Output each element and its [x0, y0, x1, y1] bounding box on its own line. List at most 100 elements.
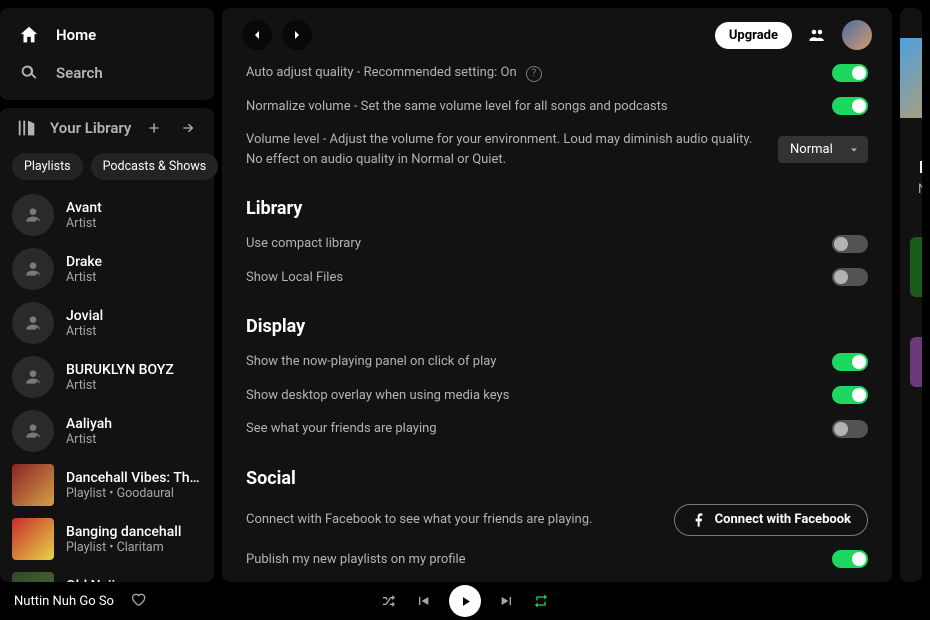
- setting-auto-adjust-label: Auto adjust quality - Recommended settin…: [246, 65, 517, 80]
- right-card-2[interactable]: [910, 337, 922, 387]
- play-button[interactable]: [449, 585, 481, 617]
- like-button[interactable]: [130, 591, 146, 611]
- nav-forward-button[interactable]: [282, 20, 312, 50]
- library-item-playlist[interactable]: Dancehall Vibes: Then a...Playlist • Goo…: [0, 458, 214, 512]
- library-toggle[interactable]: Your Library: [16, 117, 140, 139]
- library-icon: [16, 117, 38, 139]
- toggle-normalize[interactable]: [832, 97, 868, 115]
- library-item-artist[interactable]: AaliyahArtist: [0, 404, 214, 458]
- volume-level-select[interactable]: Normal: [778, 136, 868, 163]
- artist-avatar-icon: [12, 302, 54, 344]
- filter-playlists[interactable]: Playlists: [12, 153, 83, 180]
- library-item-playlist[interactable]: Banging dancehallPlaylist • Claritam: [0, 512, 214, 566]
- library-item-title: Dancehall Vibes: Then a...: [66, 470, 202, 486]
- setting-volume-level: Volume level - Adjust the volume for you…: [246, 123, 868, 176]
- home-icon: [18, 24, 40, 46]
- friends-icon: [808, 26, 826, 44]
- section-display-title: Display: [246, 294, 868, 345]
- library-item-artist[interactable]: AvantArtist: [0, 188, 214, 242]
- library-item-title: Avant: [66, 200, 202, 216]
- setting-now-playing: Show the now-playing panel on click of p…: [246, 345, 868, 379]
- toggle-compact[interactable]: [832, 235, 868, 253]
- playlist-cover-icon: [12, 464, 54, 506]
- next-icon: [499, 593, 515, 609]
- plus-icon: [146, 120, 162, 136]
- library-item-artist[interactable]: BURUKLYN BOYZArtist: [0, 350, 214, 404]
- setting-friend-activity-label: See what your friends are playing: [246, 419, 818, 439]
- main-header: Upgrade: [222, 8, 892, 56]
- playlist-cover-icon: [12, 572, 54, 582]
- connect-facebook-label: Connect with Facebook: [715, 512, 851, 527]
- library-item-title: Drake: [66, 254, 202, 270]
- now-playing-art[interactable]: [900, 38, 922, 118]
- repeat-icon: [533, 593, 549, 609]
- setting-friend-activity: See what your friends are playing: [246, 412, 868, 446]
- artist-avatar-icon: [12, 194, 54, 236]
- search-icon: [18, 62, 40, 84]
- nav-home[interactable]: Home: [0, 16, 214, 54]
- profile-avatar[interactable]: [842, 20, 872, 50]
- repeat-button[interactable]: [533, 593, 549, 609]
- settings-content: Auto adjust quality - Recommended settin…: [222, 56, 892, 582]
- library-item-subtitle: Artist: [66, 270, 202, 285]
- facebook-icon: [691, 512, 707, 528]
- help-icon[interactable]: ?: [526, 66, 542, 82]
- friends-button[interactable]: [802, 20, 832, 50]
- library-forward-button[interactable]: [174, 114, 202, 142]
- shuffle-icon: [381, 593, 397, 609]
- nav-search[interactable]: Search: [0, 54, 214, 92]
- library-item-artist[interactable]: DrakeArtist: [0, 242, 214, 296]
- library-filters: Playlists Podcasts & Shows: [0, 144, 214, 188]
- setting-publish-label: Publish my new playlists on my profile: [246, 550, 818, 570]
- toggle-local-files[interactable]: [832, 268, 868, 286]
- setting-local-files-label: Show Local Files: [246, 268, 818, 288]
- setting-auto-adjust: Auto adjust quality - Recommended settin…: [246, 56, 868, 90]
- sidebar-nav: Home Search: [0, 8, 214, 100]
- artist-avatar-icon: [12, 410, 54, 452]
- library-item-artist[interactable]: JovialArtist: [0, 296, 214, 350]
- setting-normalize: Normalize volume - Set the same volume l…: [246, 90, 868, 124]
- chevron-right-icon: [289, 27, 305, 43]
- toggle-friend-activity[interactable]: [832, 420, 868, 438]
- library-title-label: Your Library: [50, 119, 131, 137]
- right-card-1[interactable]: [910, 237, 922, 297]
- player-bar: Nuttin Nuh Go So: [0, 582, 930, 620]
- library-header: Your Library: [0, 108, 214, 144]
- volume-level-value: Normal: [790, 142, 833, 157]
- toggle-auto-adjust[interactable]: [832, 64, 868, 82]
- toggle-now-playing[interactable]: [832, 353, 868, 371]
- library-item-subtitle: Playlist • Goodaural: [66, 486, 202, 501]
- upgrade-button[interactable]: Upgrade: [715, 22, 792, 49]
- next-button[interactable]: [499, 593, 515, 609]
- library-item-title: Banging dancehall: [66, 524, 202, 540]
- filter-podcasts[interactable]: Podcasts & Shows: [91, 153, 219, 180]
- setting-publish: Publish my new playlists on my profile: [246, 543, 868, 577]
- setting-social-connect: Connect with Facebook to see what your f…: [246, 497, 868, 543]
- library-item-subtitle: Artist: [66, 432, 202, 447]
- library-item-playlist[interactable]: Old NaijaPlaylist • Claritam: [0, 566, 214, 582]
- playlist-cover-icon: [12, 518, 54, 560]
- setting-normalize-label: Normalize volume - Set the same volume l…: [246, 97, 818, 117]
- chevron-left-icon: [249, 27, 265, 43]
- heart-icon: [130, 591, 146, 607]
- setting-overlay-label: Show desktop overlay when using media ke…: [246, 386, 818, 406]
- nav-back-button[interactable]: [242, 20, 272, 50]
- library-item-title: BURUKLYN BOYZ: [66, 362, 202, 378]
- toggle-overlay[interactable]: [832, 386, 868, 404]
- setting-compact-label: Use compact library: [246, 234, 818, 254]
- connect-facebook-button[interactable]: Connect with Facebook: [674, 504, 868, 536]
- library-item-subtitle: Playlist • Claritam: [66, 540, 202, 555]
- previous-icon: [415, 593, 431, 609]
- player-track-title[interactable]: Nuttin Nuh Go So: [14, 594, 114, 609]
- setting-overlay: Show desktop overlay when using media ke…: [246, 379, 868, 413]
- setting-local-files: Show Local Files: [246, 261, 868, 295]
- artist-avatar-icon: [12, 356, 54, 398]
- previous-button[interactable]: [415, 593, 431, 609]
- library-item-subtitle: Artist: [66, 216, 202, 231]
- shuffle-button[interactable]: [381, 593, 397, 609]
- setting-volume-level-label: Volume level - Adjust the volume for you…: [246, 130, 764, 169]
- library-add-button[interactable]: [140, 114, 168, 142]
- section-library-title: Library: [246, 176, 868, 227]
- toggle-publish[interactable]: [832, 550, 868, 568]
- library-item-subtitle: Artist: [66, 378, 202, 393]
